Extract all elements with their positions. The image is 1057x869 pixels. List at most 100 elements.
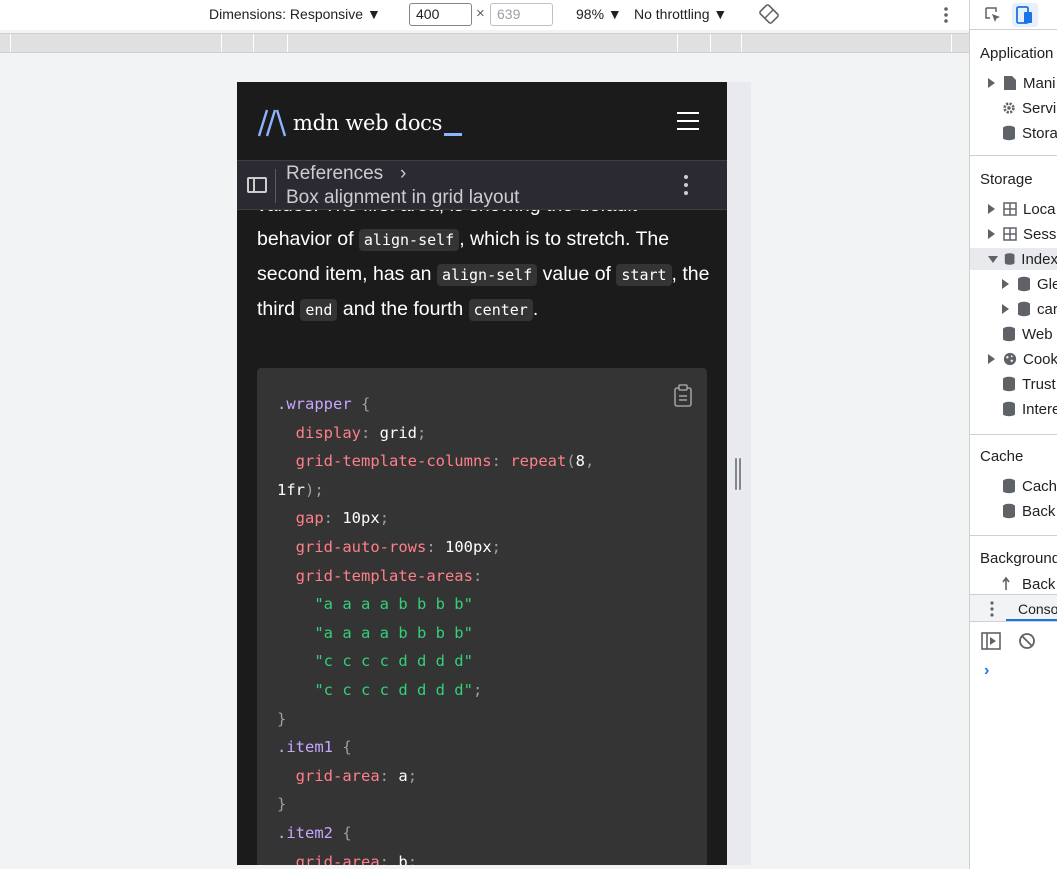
media-query-ruler[interactable]	[0, 33, 969, 53]
inline-code: end	[300, 299, 338, 321]
mdn-m-icon	[257, 109, 287, 137]
database-icon	[1003, 503, 1015, 519]
drawer-menu-icon[interactable]	[989, 601, 995, 617]
console-prompt[interactable]: ›	[984, 662, 989, 680]
devtools-panel: Application Mani Servi Stora Storage Loc…	[969, 0, 1057, 869]
mdn-logo[interactable]: mdn web docs	[257, 108, 463, 138]
item-label: Back	[1022, 576, 1056, 590]
code-line: }	[277, 795, 287, 814]
code-line: "a a a a b b b b"	[314, 623, 473, 642]
indexeddb-item[interactable]: Index	[970, 248, 1057, 270]
interest-groups-item[interactable]: Intere	[1002, 398, 1057, 420]
inline-code: center	[468, 299, 533, 321]
device-toolbar: Dimensions: Responsive ▼ 400 × 639 98% ▼…	[0, 0, 969, 30]
dimensions-dropdown[interactable]: Dimensions: Responsive ▼	[209, 6, 381, 22]
clear-console-icon[interactable]	[1018, 632, 1036, 650]
show-sidebar-icon[interactable]	[981, 632, 1001, 650]
console-tab[interactable]: Conso	[1018, 601, 1057, 617]
code-line: .wrapper {	[277, 395, 371, 413]
inline-code: start	[616, 264, 672, 286]
divider	[275, 169, 276, 203]
device-toggle-icon[interactable]	[1012, 3, 1038, 27]
database-icon	[1004, 253, 1015, 265]
code-line: grid-template-columns: repeat(8,	[295, 452, 595, 471]
code-line: grid-area: b;	[295, 852, 418, 866]
file-icon	[1004, 76, 1016, 90]
inspect-icon[interactable]	[984, 6, 1002, 24]
background-services-header: Background	[980, 550, 1057, 567]
storage-item[interactable]: Stora	[1002, 122, 1057, 144]
indexeddb-db-item[interactable]: Gle	[1002, 273, 1057, 295]
database-icon	[1003, 376, 1015, 392]
para-text: value of	[537, 263, 617, 285]
item-label: Mani	[1023, 74, 1056, 92]
breadcrumb-current: Box alignment in grid layout	[286, 187, 520, 208]
arrows-icon	[1002, 576, 1010, 590]
item-label: Servi	[1022, 99, 1057, 117]
item-label: Back	[1022, 502, 1056, 520]
item-label: Cach	[1022, 477, 1057, 495]
console-drawer-tabs: Conso	[970, 594, 1057, 622]
sidebar-toggle-icon[interactable]	[247, 177, 267, 193]
throttling-dropdown[interactable]: No throttling ▼	[634, 6, 727, 22]
code-line: 1fr);	[277, 480, 324, 499]
menu-icon[interactable]	[677, 112, 699, 130]
code-line: grid-template-areas:	[295, 566, 483, 585]
zoom-dropdown[interactable]: 98% ▼	[576, 6, 622, 22]
service-workers-item[interactable]: Servi	[1002, 97, 1056, 119]
logo-cursor	[444, 132, 463, 136]
devtools-toolbar	[970, 0, 1057, 30]
background-fetch-item[interactable]: Back	[1002, 576, 1055, 590]
more-vertical-icon[interactable]	[683, 175, 689, 195]
para-text: and the fourth	[337, 298, 469, 320]
code-line: gap: 10px;	[295, 509, 390, 528]
cache-storage-item[interactable]: Cach	[1002, 475, 1057, 497]
item-label: Index	[1021, 250, 1057, 268]
database-icon	[1003, 478, 1015, 494]
code-line: "a a a a b b b b"	[314, 595, 473, 614]
indexeddb-db-item[interactable]: car	[1002, 298, 1057, 320]
database-icon	[1003, 125, 1015, 141]
item-label: car	[1037, 300, 1057, 318]
copy-icon[interactable]	[673, 384, 693, 408]
code-line: }	[277, 709, 287, 728]
code-line: .item1 {	[277, 738, 352, 757]
height-input[interactable]: 639	[490, 3, 553, 26]
item-label: Sess	[1023, 225, 1057, 243]
item-label: Loca	[1023, 200, 1056, 218]
database-icon	[1018, 301, 1030, 317]
database-icon	[1003, 401, 1015, 417]
inline-code: align-self	[436, 264, 538, 286]
breadcrumb: References › Box alignment in grid layou…	[237, 160, 727, 210]
trust-tokens-item[interactable]: Trust	[1002, 373, 1056, 395]
resize-handle[interactable]	[735, 458, 743, 490]
breadcrumb-parent[interactable]: References	[286, 163, 383, 185]
back-forward-cache-item[interactable]: Back	[1002, 500, 1055, 522]
manifest-item[interactable]: Mani	[988, 72, 1056, 94]
local-storage-item[interactable]: Loca	[988, 198, 1056, 220]
database-icon	[1018, 276, 1030, 292]
database-icon	[1003, 326, 1015, 342]
cookies-item[interactable]: Cook	[988, 348, 1057, 370]
code-example: .wrapper { display: grid; grid-template-…	[257, 368, 707, 865]
para-text: .	[532, 298, 539, 320]
cookie-icon	[1003, 352, 1017, 366]
chevron-right-icon: ›	[400, 163, 407, 184]
code-line: grid-auto-rows: 100px;	[295, 537, 502, 556]
item-label: Gle	[1037, 275, 1057, 293]
rotate-icon[interactable]	[759, 4, 779, 24]
web-sql-item[interactable]: Web	[1002, 323, 1053, 345]
grid-icon	[1003, 227, 1017, 241]
width-input[interactable]: 400	[409, 3, 472, 26]
storage-header: Storage	[980, 171, 1033, 188]
code-line: .item2 {	[277, 823, 352, 842]
more-options-icon[interactable]	[938, 5, 954, 25]
session-storage-item[interactable]: Sess	[988, 223, 1056, 245]
item-label: Cook	[1023, 350, 1057, 368]
item-label: Stora	[1022, 124, 1057, 142]
code-line: grid-area: a;	[295, 766, 418, 785]
code-line: "c c c c d d d d"	[314, 652, 473, 671]
active-tab-indicator	[1006, 619, 1057, 621]
mdn-header: mdn web docs	[237, 82, 727, 160]
gear-icon	[1003, 102, 1015, 114]
